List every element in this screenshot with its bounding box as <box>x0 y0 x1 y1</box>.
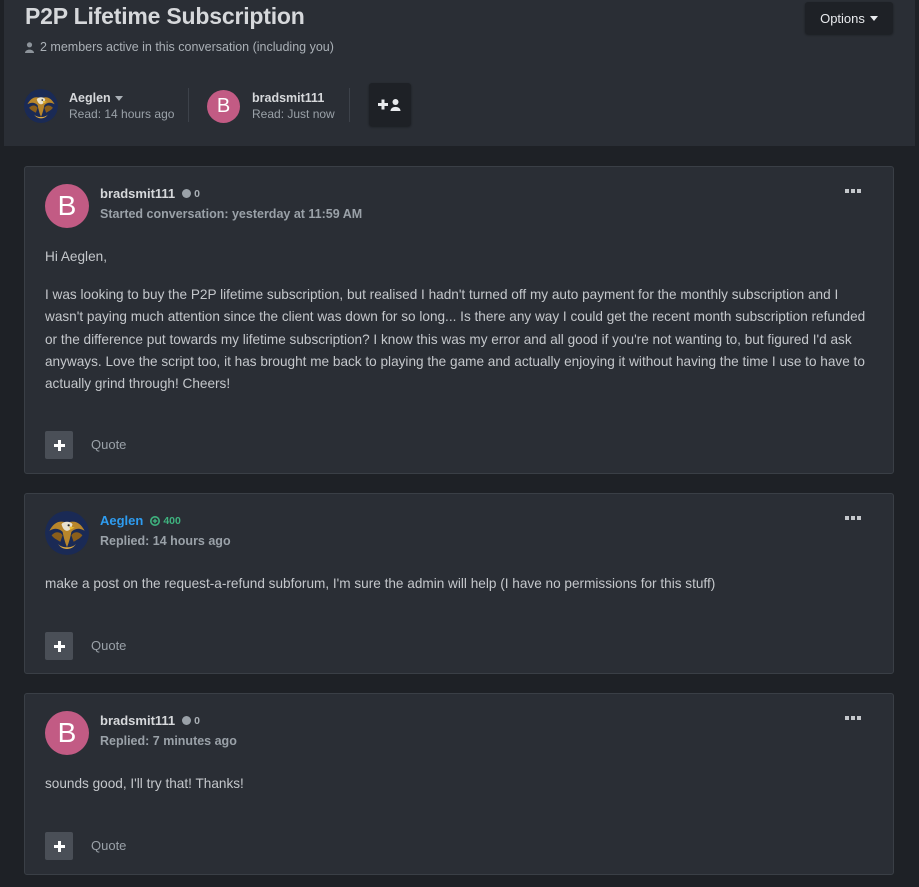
post-timestamp: Started conversation: yesterday at 11:59… <box>100 207 363 221</box>
participant-read-status: Read: Just now <box>252 107 335 121</box>
avatar: B <box>207 89 240 123</box>
conversation-header: P2P Lifetime Subscription 2 members acti… <box>4 0 915 146</box>
post-paragraph: I was looking to buy the P2P lifetime su… <box>45 287 866 392</box>
message-post: B bradsmit111 0 Replied: 7 minutes ago s… <box>24 693 894 875</box>
plus-circle-icon <box>150 515 161 526</box>
more-options-icon[interactable] <box>845 716 861 722</box>
plus-icon <box>53 640 65 652</box>
participant-divider <box>188 88 189 122</box>
participant-name: bradsmit111 <box>252 91 325 105</box>
multiquote-button[interactable] <box>45 431 73 459</box>
quote-link[interactable]: Quote <box>91 838 126 853</box>
eagle-avatar[interactable] <box>45 511 89 555</box>
post-paragraph: sounds good, I'll try that! Thanks! <box>45 776 244 791</box>
add-user-icon <box>378 98 401 111</box>
more-options-icon[interactable] <box>845 189 861 195</box>
page-title: P2P Lifetime Subscription <box>25 3 305 29</box>
message-post: Aeglen 400 Replied: 14 hours ago make a … <box>24 493 894 674</box>
quote-link[interactable]: Quote <box>91 437 126 452</box>
multiquote-button[interactable] <box>45 632 73 660</box>
add-participant-button[interactable] <box>369 83 411 126</box>
multiquote-button[interactable] <box>45 832 73 860</box>
reputation-badge: 0 <box>182 715 200 727</box>
post-content: Hi Aeglen, I was looking to buy the P2P … <box>45 246 873 411</box>
post-timestamp: Replied: 14 hours ago <box>100 534 231 548</box>
participant-divider <box>349 88 350 122</box>
members-active-info: 2 members active in this conversation (i… <box>25 40 334 54</box>
post-paragraph: Hi Aeglen, <box>45 249 107 264</box>
plus-icon <box>53 439 65 451</box>
eagle-avatar <box>24 89 58 123</box>
participant-name: Aeglen <box>69 91 111 105</box>
participant-aeglen[interactable]: Aeglen Read: 14 hours ago <box>24 86 174 126</box>
avatar[interactable]: B <box>45 711 89 755</box>
post-content: sounds good, I'll try that! Thanks! <box>45 773 873 811</box>
post-author-name[interactable]: bradsmit111 <box>100 186 175 201</box>
post-author-name[interactable]: bradsmit111 <box>100 713 175 728</box>
message-post: B bradsmit111 0 Started conversation: ye… <box>24 166 894 474</box>
post-content: make a post on the request-a-refund subf… <box>45 573 873 611</box>
person-icon <box>25 41 34 53</box>
participant-read-status: Read: 14 hours ago <box>69 107 175 121</box>
post-timestamp: Replied: 7 minutes ago <box>100 734 237 748</box>
options-button[interactable]: Options <box>805 2 893 34</box>
participant-bradsmit111[interactable]: B bradsmit111 Read: Just now <box>207 86 335 126</box>
post-paragraph: make a post on the request-a-refund subf… <box>45 576 716 591</box>
reputation-badge: 0 <box>182 188 200 200</box>
reputation-badge: 400 <box>150 515 181 527</box>
options-label: Options <box>820 10 865 26</box>
caret-down-icon[interactable] <box>114 95 123 101</box>
members-active-text: 2 members active in this conversation (i… <box>40 40 334 54</box>
avatar[interactable]: B <box>45 184 89 228</box>
neutral-reputation-icon <box>182 716 192 725</box>
plus-icon <box>53 840 65 852</box>
neutral-reputation-icon <box>182 189 192 198</box>
quote-link[interactable]: Quote <box>91 638 126 653</box>
caret-down-icon <box>869 15 878 21</box>
more-options-icon[interactable] <box>845 516 861 522</box>
post-author-name[interactable]: Aeglen <box>100 513 143 528</box>
